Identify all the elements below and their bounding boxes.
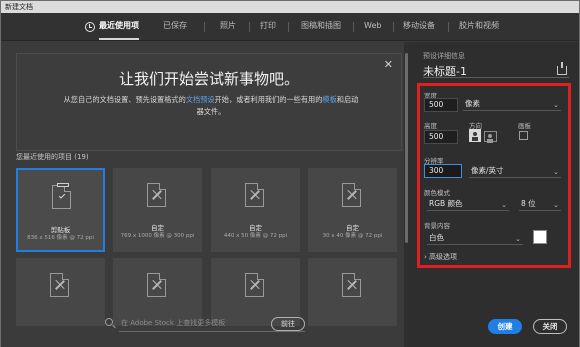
select-underline xyxy=(427,244,523,245)
document-icon xyxy=(342,183,361,207)
height-input[interactable]: 500 xyxy=(424,130,458,144)
search-icon xyxy=(105,318,113,326)
preset-card-clipboard[interactable]: 剪贴板 836 x 516 像素 @ 72 ppi xyxy=(16,168,105,252)
background-value: 白色 xyxy=(429,233,444,242)
document-icon xyxy=(245,273,264,297)
document-presets-link[interactable]: 文档预设 xyxy=(186,95,215,104)
width-unit-value: 像素 xyxy=(465,99,480,108)
category-tabs: 最近使用项 已保存 照片 打印 图稿和插图 Web 移动设备 胶片和视频 xyxy=(1,13,579,41)
go-button[interactable]: 前往 xyxy=(271,317,305,331)
background-select[interactable]: 白色 ⌄ xyxy=(427,231,523,245)
bit-depth-value: 8 位 xyxy=(521,199,536,208)
color-mode-value: RGB 颜色 xyxy=(429,199,463,208)
document-icon xyxy=(147,273,166,297)
create-button[interactable]: 创建 xyxy=(488,319,522,334)
details-heading: 预设详细信息 xyxy=(423,52,465,60)
tab-divider xyxy=(249,22,250,32)
figure-head xyxy=(488,134,492,138)
tab-film-video[interactable]: 胶片和视频 xyxy=(459,13,499,41)
welcome-headline: 让我们开始尝试新事物吧。 xyxy=(118,70,299,88)
window-title: 新建文档 xyxy=(1,1,579,13)
preset-card[interactable]: 自定 30 x 40 像素 @ 72 ppi xyxy=(308,168,397,252)
desc-text: 从您自己的文档设置、预先设置格式的 xyxy=(63,95,186,104)
artboard-checkbox[interactable] xyxy=(519,131,528,140)
document-icon xyxy=(147,183,166,207)
templates-link[interactable]: 模板 xyxy=(322,95,336,104)
welcome-banner: ✕ 让我们开始尝试新事物吧。 从您自己的文档设置、预先设置格式的文档预设开始，或… xyxy=(16,53,402,151)
recent-count: (19) xyxy=(74,153,89,161)
preset-dims: 836 x 516 像素 @ 72 ppi xyxy=(27,235,94,241)
tab-print[interactable]: 打印 xyxy=(260,13,276,41)
chevron-right-icon: › xyxy=(424,253,427,261)
document-icon xyxy=(50,273,69,297)
bit-depth-select[interactable]: 8 位 ⌄ xyxy=(519,197,561,211)
tab-divider xyxy=(393,22,394,32)
resolution-unit-value: 像素/英寸 xyxy=(471,166,504,175)
tab-divider xyxy=(448,22,449,32)
preset-card[interactable] xyxy=(308,258,397,326)
advanced-options-toggle[interactable]: › 高级选项 xyxy=(424,252,457,262)
color-mode-label: 颜色模式 xyxy=(424,189,450,197)
document-icon xyxy=(342,273,361,297)
tab-saved[interactable]: 已保存 xyxy=(163,13,187,41)
preset-card[interactable]: 自定 769 x 1000 像素 @ 300 ppi xyxy=(113,168,202,252)
tab-divider xyxy=(353,22,354,32)
color-mode-select[interactable]: RGB 颜色 ⌄ xyxy=(427,197,509,211)
tab-web[interactable]: Web xyxy=(364,13,381,41)
width-input[interactable]: 500 xyxy=(424,98,458,112)
close-button[interactable]: 关闭 xyxy=(533,319,567,334)
artboard-label: 画板 xyxy=(518,122,531,130)
preset-dims: 30 x 40 像素 @ 72 ppi xyxy=(322,233,383,239)
width-unit-select[interactable]: 像素 ⌄ xyxy=(463,97,561,111)
resolution-unit-select[interactable]: 像素/英寸 ⌄ xyxy=(469,164,561,178)
preset-dims: 769 x 1000 像素 @ 300 ppi xyxy=(120,233,195,239)
height-label: 高度 xyxy=(424,122,437,130)
recent-heading: 您最近使用的项目 (19) xyxy=(16,152,89,162)
background-color-swatch[interactable] xyxy=(533,230,547,244)
figure-head xyxy=(473,132,477,136)
save-preset-icon[interactable] xyxy=(557,62,567,75)
tab-recent[interactable]: 最近使用项 xyxy=(99,13,139,41)
tab-art-illustration[interactable]: 图稿和插图 xyxy=(301,13,341,41)
search-underline xyxy=(119,331,305,332)
new-document-dialog: 新建文档 最近使用项 已保存 照片 打印 图稿和插图 Web 移动设备 胶片和视… xyxy=(0,0,580,347)
desc-text: 开始，或者利用我们的一些有用的 xyxy=(214,95,323,104)
background-label: 背景内容 xyxy=(424,222,450,230)
search-placeholder: 在 Adobe Stock 上查找更多模板 xyxy=(121,319,226,327)
select-underline xyxy=(427,210,509,211)
tab-mobile[interactable]: 移动设备 xyxy=(403,13,435,41)
tab-divider xyxy=(288,22,289,32)
select-underline xyxy=(469,177,561,178)
preset-card[interactable] xyxy=(16,258,105,326)
select-underline xyxy=(519,210,561,211)
welcome-description: 从您自己的文档设置、预先设置格式的文档预设开始，或者利用我们的一些有用的模板和启… xyxy=(61,94,361,118)
document-icon xyxy=(245,183,264,207)
portrait-orientation-icon[interactable] xyxy=(469,129,481,142)
preset-dims: 440 x 50 像素 @ 72 ppi xyxy=(223,233,288,239)
tab-divider xyxy=(204,22,205,32)
advanced-options-label: 高级选项 xyxy=(429,253,458,261)
tab-photo[interactable]: 照片 xyxy=(220,13,236,41)
clip-shape xyxy=(57,183,69,187)
recent-clock-icon xyxy=(85,22,95,32)
preset-card[interactable]: 自定 440 x 50 像素 @ 72 ppi xyxy=(211,168,300,252)
resolution-input[interactable]: 300 xyxy=(424,164,462,178)
presets-pane: ✕ 让我们开始尝试新事物吧。 从您自己的文档设置、预先设置格式的文档预设开始，或… xyxy=(1,42,409,347)
title-underline xyxy=(423,77,569,78)
recent-heading-label: 您最近使用的项目 xyxy=(16,153,72,161)
scrollbar-thumb[interactable] xyxy=(405,53,408,243)
landscape-orientation-icon[interactable] xyxy=(484,131,497,143)
figure-body xyxy=(487,139,493,143)
figure-body xyxy=(472,137,478,141)
select-underline xyxy=(463,110,561,111)
